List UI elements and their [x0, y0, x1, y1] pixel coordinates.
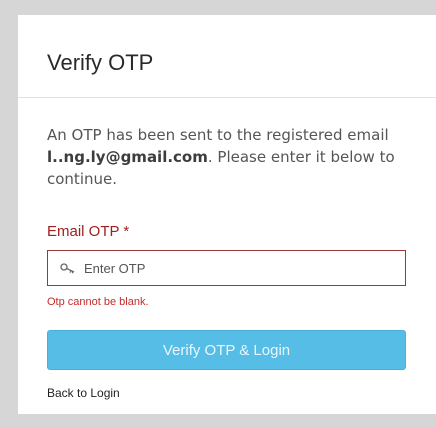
otp-sent-message: An OTP has been sent to the registered e…: [47, 124, 427, 190]
back-to-login-link[interactable]: Back to Login: [47, 386, 120, 400]
otp-field-label: Email OTP *: [47, 223, 130, 240]
message-prefix: An OTP has been sent to the registered e…: [47, 126, 389, 144]
registered-email: l..ng.ly@gmail.com: [47, 148, 208, 166]
modal-header: Verify OTP: [18, 15, 436, 98]
verify-otp-login-button[interactable]: Verify OTP & Login: [47, 330, 406, 370]
verify-otp-modal: Verify OTP An OTP has been sent to the r…: [18, 15, 436, 414]
otp-input[interactable]: [84, 253, 384, 283]
modal-title: Verify OTP: [47, 50, 154, 75]
otp-input-wrapper[interactable]: [47, 250, 406, 286]
otp-error-message: Otp cannot be blank.: [47, 296, 149, 308]
key-icon: [57, 259, 79, 277]
